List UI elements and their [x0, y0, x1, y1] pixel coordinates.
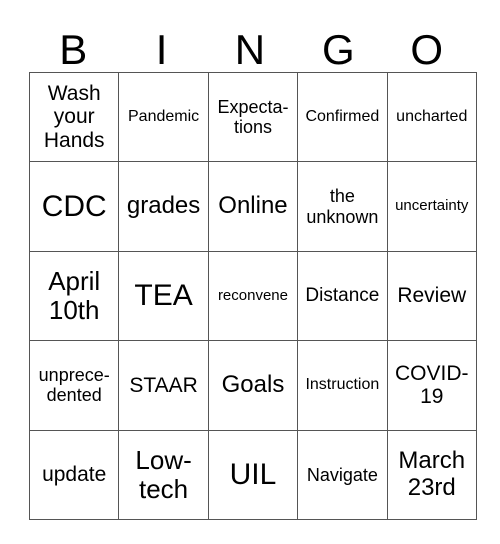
bingo-cell[interactable]: Goals — [207, 340, 299, 431]
bingo-cell[interactable]: Navigate — [297, 429, 388, 520]
bingo-cell[interactable]: Wash your Hands — [28, 71, 120, 163]
bingo-header: B I N G O — [29, 28, 471, 72]
bingo-row: Wash your Hands Pandemic Expecta- tions … — [28, 71, 477, 163]
bingo-cell[interactable]: COVID- 19 — [386, 340, 477, 431]
bingo-cell[interactable]: Pandemic — [118, 71, 209, 163]
bingo-cell[interactable]: TEA — [118, 250, 209, 342]
bingo-row: update Low- tech UIL Navigate March 23rd — [28, 429, 477, 520]
bingo-cell[interactable]: STAAR — [118, 340, 209, 431]
header-letter-b: B — [59, 26, 88, 73]
bingo-cell[interactable]: uncharted — [386, 71, 477, 163]
bingo-cell[interactable]: Distance — [297, 250, 388, 342]
bingo-cell[interactable]: Confirmed — [297, 71, 388, 163]
header-letter-g: G — [322, 26, 355, 73]
bingo-cell[interactable]: UIL — [207, 429, 299, 520]
bingo-card: Wash your Hands Pandemic Expecta- tions … — [28, 71, 477, 520]
bingo-row: CDC grades Online the unknown uncertaint… — [28, 161, 477, 252]
bingo-cell[interactable]: Instruction — [297, 340, 388, 431]
header-letter-n: N — [234, 26, 266, 73]
bingo-cell[interactable]: Low- tech — [118, 429, 209, 520]
bingo-cell[interactable]: unprece- dented — [28, 340, 120, 431]
bingo-row: unprece- dented STAAR Goals Instruction … — [28, 340, 477, 431]
bingo-cell[interactable]: Review — [386, 250, 477, 342]
bingo-cell[interactable]: uncertainty — [386, 161, 477, 252]
header-letter-o: O — [410, 26, 444, 73]
bingo-cell[interactable]: April 10th — [28, 250, 120, 342]
bingo-row: April 10th TEA reconvene Distance Review — [28, 250, 477, 342]
header-letter-i: I — [155, 26, 168, 73]
bingo-cell[interactable]: Online — [207, 161, 299, 252]
bingo-cell[interactable]: the unknown — [297, 161, 388, 252]
bingo-cell[interactable]: grades — [118, 161, 209, 252]
bingo-cell[interactable]: Expecta- tions — [207, 71, 299, 163]
bingo-cell[interactable]: update — [28, 429, 120, 520]
bingo-cell[interactable]: CDC — [28, 161, 120, 252]
bingo-cell[interactable]: March 23rd — [386, 429, 477, 520]
bingo-cell[interactable]: reconvene — [207, 250, 299, 342]
